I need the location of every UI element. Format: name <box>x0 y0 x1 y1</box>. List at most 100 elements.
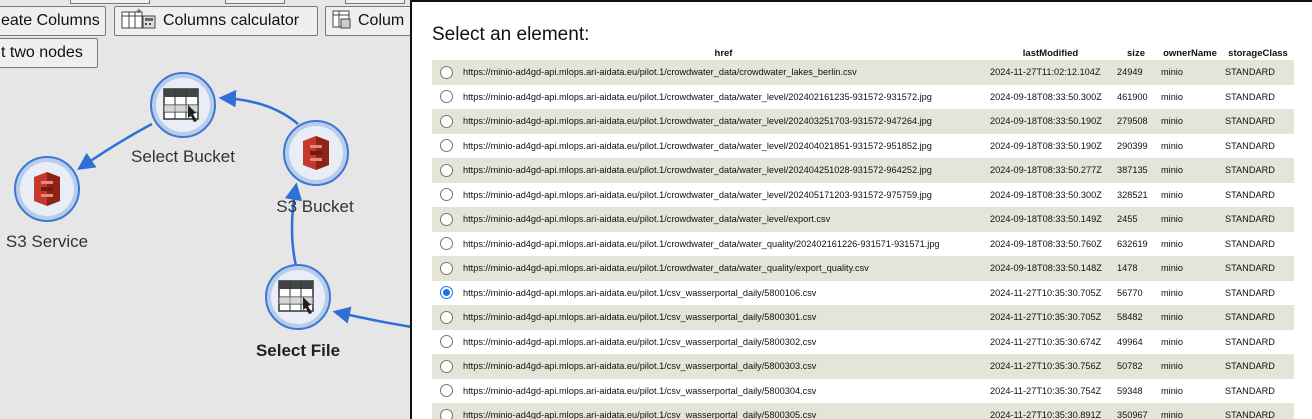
node-s3-service[interactable] <box>14 156 80 222</box>
size-cell: 24949 <box>1114 60 1158 85</box>
row-radio-button[interactable] <box>439 237 453 251</box>
row-select-cell <box>432 280 460 305</box>
href-cell: https://minio-ad4gd-api.mlops.ari-aidata… <box>460 182 987 207</box>
href-cell: https://minio-ad4gd-api.mlops.ari-aidata… <box>460 403 987 419</box>
ownername-cell: minio <box>1158 403 1222 419</box>
table-row[interactable]: https://minio-ad4gd-api.mlops.ari-aidata… <box>432 182 1294 207</box>
storageclass-cell: STANDARD <box>1222 60 1294 85</box>
edge-incoming-to-selectfile <box>332 306 410 328</box>
table-row[interactable]: https://minio-ad4gd-api.mlops.ari-aidata… <box>432 84 1294 109</box>
table-row[interactable]: https://minio-ad4gd-api.mlops.ari-aidata… <box>432 207 1294 232</box>
table-row[interactable]: https://minio-ad4gd-api.mlops.ari-aidata… <box>432 256 1294 281</box>
row-radio-button[interactable] <box>439 90 453 104</box>
node-select-file[interactable] <box>265 264 331 330</box>
href-cell: https://minio-ad4gd-api.mlops.ari-aidata… <box>460 354 987 379</box>
storageclass-cell: STANDARD <box>1222 256 1294 281</box>
ownername-cell: minio <box>1158 329 1222 354</box>
row-radio-button[interactable] <box>439 212 453 226</box>
row-radio-button[interactable] <box>439 310 453 324</box>
row-radio-button[interactable] <box>439 114 453 128</box>
lastmodified-cell: 2024-09-18T08:33:50.190Z <box>987 133 1114 158</box>
href-cell: https://minio-ad4gd-api.mlops.ari-aidata… <box>460 109 987 134</box>
ownername-cell: minio <box>1158 158 1222 183</box>
row-select-cell <box>432 207 460 232</box>
header-ownername[interactable]: ownerName <box>1158 46 1222 60</box>
table-row[interactable]: https://minio-ad4gd-api.mlops.ari-aidata… <box>432 133 1294 158</box>
storageclass-cell: STANDARD <box>1222 158 1294 183</box>
table-row[interactable]: https://minio-ad4gd-api.mlops.ari-aidata… <box>432 329 1294 354</box>
ownername-cell: minio <box>1158 354 1222 379</box>
header-lastmodified[interactable]: lastModified <box>987 46 1114 60</box>
table-row[interactable]: https://minio-ad4gd-api.mlops.ari-aidata… <box>432 60 1294 85</box>
lastmodified-cell: 2024-11-27T10:35:30.754Z <box>987 378 1114 403</box>
ownername-cell: minio <box>1158 231 1222 256</box>
node-s3-bucket[interactable] <box>283 120 349 186</box>
row-radio-button[interactable] <box>439 384 453 398</box>
s3-icon <box>289 126 343 180</box>
header-storageclass[interactable]: storageClass <box>1222 46 1294 60</box>
storageclass-cell: STANDARD <box>1222 109 1294 134</box>
ownername-cell: minio <box>1158 182 1222 207</box>
row-select-cell <box>432 354 460 379</box>
href-cell: https://minio-ad4gd-api.mlops.ari-aidata… <box>460 207 987 232</box>
row-radio-button[interactable] <box>439 65 453 79</box>
table-pointer-icon <box>271 270 325 324</box>
row-radio-button[interactable] <box>439 188 453 202</box>
size-cell: 1478 <box>1114 256 1158 281</box>
table-row[interactable]: https://minio-ad4gd-api.mlops.ari-aidata… <box>432 231 1294 256</box>
row-select-cell <box>432 329 460 354</box>
table-row[interactable]: https://minio-ad4gd-api.mlops.ari-aidata… <box>432 158 1294 183</box>
select-element-dialog: Select an element: href lastModified siz… <box>410 0 1312 419</box>
ownername-cell: minio <box>1158 305 1222 330</box>
href-cell: https://minio-ad4gd-api.mlops.ari-aidata… <box>460 133 987 158</box>
lastmodified-cell: 2024-11-27T10:35:30.674Z <box>987 329 1114 354</box>
table-row[interactable]: https://minio-ad4gd-api.mlops.ari-aidata… <box>432 305 1294 330</box>
lastmodified-cell: 2024-11-27T11:02:12.104Z <box>987 60 1114 85</box>
storageclass-cell: STANDARD <box>1222 354 1294 379</box>
row-radio-button[interactable] <box>439 286 453 300</box>
lastmodified-cell: 2024-11-27T10:35:30.705Z <box>987 280 1114 305</box>
row-select-cell <box>432 60 460 85</box>
row-radio-button[interactable] <box>439 408 453 419</box>
size-cell: 59348 <box>1114 378 1158 403</box>
workflow-canvas[interactable]: eate Columns + Columns calculator Colum … <box>0 0 410 419</box>
table-row[interactable]: https://minio-ad4gd-api.mlops.ari-aidata… <box>432 354 1294 379</box>
lastmodified-cell: 2024-09-18T08:33:50.148Z <box>987 256 1114 281</box>
elements-table: href lastModified size ownerName storage… <box>432 46 1294 419</box>
href-cell: https://minio-ad4gd-api.mlops.ari-aidata… <box>460 378 987 403</box>
storageclass-cell: STANDARD <box>1222 305 1294 330</box>
href-cell: https://minio-ad4gd-api.mlops.ari-aidata… <box>460 305 987 330</box>
table-row[interactable]: https://minio-ad4gd-api.mlops.ari-aidata… <box>432 109 1294 134</box>
ownername-cell: minio <box>1158 109 1222 134</box>
lastmodified-cell: 2024-09-18T08:33:50.760Z <box>987 231 1114 256</box>
row-select-cell <box>432 231 460 256</box>
row-radio-button[interactable] <box>439 261 453 275</box>
header-href[interactable]: href <box>460 46 987 60</box>
node-select-bucket[interactable] <box>150 72 216 138</box>
row-radio-button[interactable] <box>439 359 453 373</box>
storageclass-cell: STANDARD <box>1222 280 1294 305</box>
table-pointer-icon <box>156 78 210 132</box>
table-row[interactable]: https://minio-ad4gd-api.mlops.ari-aidata… <box>432 403 1294 419</box>
table-row[interactable]: https://minio-ad4gd-api.mlops.ari-aidata… <box>432 378 1294 403</box>
size-cell: 387135 <box>1114 158 1158 183</box>
header-select <box>432 46 460 60</box>
storageclass-cell: STANDARD <box>1222 133 1294 158</box>
table-row[interactable]: https://minio-ad4gd-api.mlops.ari-aidata… <box>432 280 1294 305</box>
lastmodified-cell: 2024-09-18T08:33:50.190Z <box>987 109 1114 134</box>
size-cell: 50782 <box>1114 354 1158 379</box>
ownername-cell: minio <box>1158 256 1222 281</box>
ownername-cell: minio <box>1158 207 1222 232</box>
row-select-cell <box>432 84 460 109</box>
dialog-title: Select an element: <box>432 24 590 45</box>
ownername-cell: minio <box>1158 60 1222 85</box>
row-radio-button[interactable] <box>439 163 453 177</box>
row-radio-button[interactable] <box>439 139 453 153</box>
row-select-cell <box>432 305 460 330</box>
row-radio-button[interactable] <box>439 335 453 349</box>
header-size[interactable]: size <box>1114 46 1158 60</box>
href-cell: https://minio-ad4gd-api.mlops.ari-aidata… <box>460 231 987 256</box>
row-select-cell <box>432 256 460 281</box>
s3-icon <box>20 162 74 216</box>
href-cell: https://minio-ad4gd-api.mlops.ari-aidata… <box>460 256 987 281</box>
